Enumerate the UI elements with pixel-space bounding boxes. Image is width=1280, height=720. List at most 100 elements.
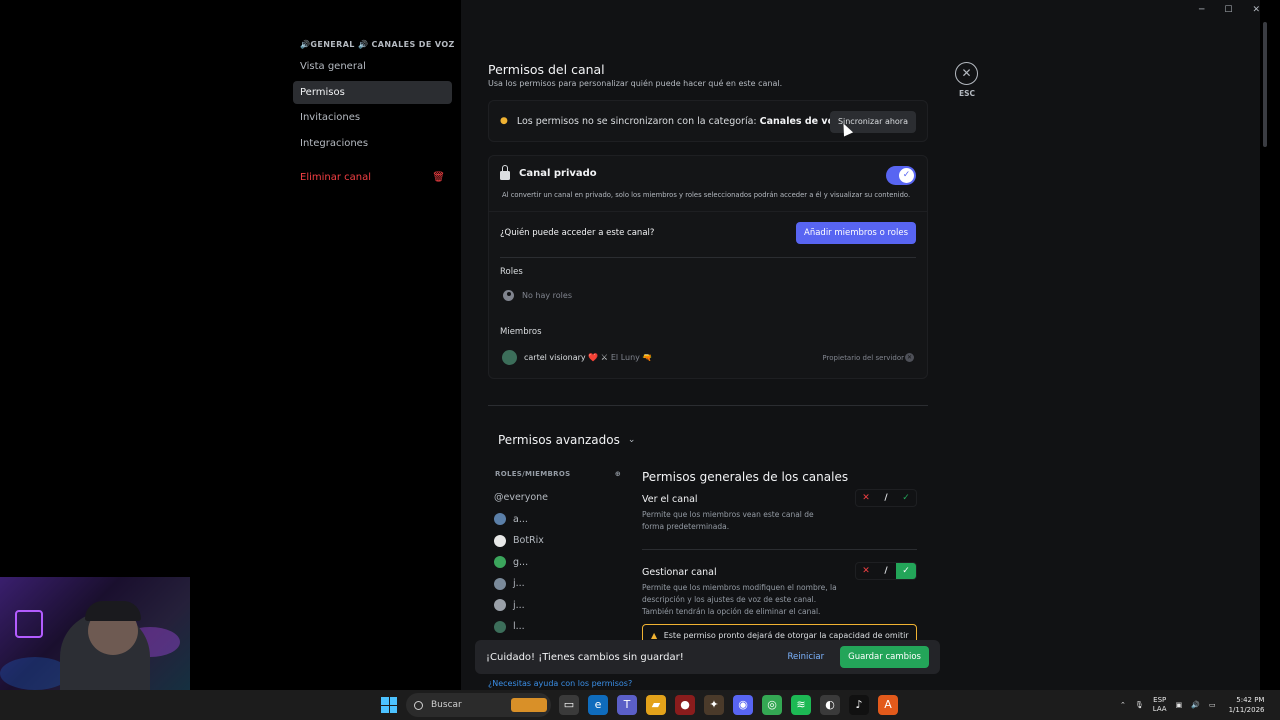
chevron-down-icon: ⌄ [627, 435, 636, 445]
network-icon[interactable]: ▣ [1176, 701, 1183, 709]
neutral-icon[interactable]: / [876, 490, 896, 506]
remove-member-icon[interactable]: ✕ [905, 353, 914, 362]
taskbar-search[interactable]: Buscar [406, 693, 551, 717]
edge-icon[interactable]: e [588, 695, 608, 715]
role-label: @everyone [494, 492, 549, 504]
chrome-icon[interactable]: ◎ [762, 695, 782, 715]
divider [642, 549, 917, 550]
neon-logo [15, 610, 43, 638]
delete-channel-button[interactable]: Eliminar canal 🗑 [300, 172, 445, 183]
role-item[interactable]: l... [494, 616, 622, 638]
avatar [494, 534, 506, 547]
close-settings[interactable]: ✕ ESC [955, 62, 979, 98]
app-icon[interactable]: ● [675, 695, 695, 715]
role-item-everyone[interactable]: @everyone [494, 487, 622, 509]
add-role-icon[interactable]: ⊕ [615, 470, 621, 478]
permission-manage-channel: Gestionar canal Permite que los miembros… [642, 562, 917, 618]
streamer-cap [85, 601, 141, 621]
unsaved-changes-bar: ¡Cuidado! ¡Tienes cambios sin guardar! R… [475, 640, 940, 674]
system-tray: ⌃ 🎙 ESP LAA ▣ 🔊 ▭ 5:42 PM 1/11/2026 [1120, 690, 1264, 720]
permission-warning-text: Este permiso pronto dejará de otorgar la… [663, 631, 909, 640]
avatar [494, 620, 506, 633]
role-item[interactable]: BotRix [494, 530, 622, 552]
reset-button[interactable]: Reiniciar [788, 652, 825, 662]
save-changes-button[interactable]: Guardar cambios [840, 646, 929, 668]
sync-text: Los permisos no se sincronizaron con la … [517, 116, 840, 127]
add-members-roles-button[interactable]: Añadir miembros o roles [796, 222, 916, 244]
sync-message: Los permisos no se sincronizaron con la … [516, 115, 757, 127]
member-row: cartel visionary ❤️ ⚔ El Luny 🔫 Propieta… [502, 350, 914, 365]
allow-icon[interactable]: ✓ [896, 563, 916, 579]
language-top: ESP [1153, 696, 1167, 704]
breadcrumb: 🔊GENERAL 🔊 CANALES DE VOZ [300, 40, 455, 49]
discord-icon[interactable]: ◉ [733, 695, 753, 715]
check-icon: ✓ [899, 168, 914, 183]
deny-icon[interactable]: ✕ [856, 490, 876, 506]
permission-description: Permite que los miembros vean este canal… [642, 510, 814, 531]
lock-icon [500, 165, 510, 180]
role-label: j... [513, 578, 525, 590]
avatar [494, 513, 506, 526]
spotify-icon[interactable]: ≋ [791, 695, 811, 715]
role-label: g... [513, 556, 529, 568]
role-item[interactable]: j... [494, 573, 622, 595]
private-channel-card: Canal privado ✓ Al convertir un canal en… [488, 155, 928, 379]
windows-taskbar: Buscar ▭ e T ▰ ● ✦ ◉ ◎ ≋ ◐ ♪ A ⌃ 🎙 ESP L… [0, 690, 1280, 720]
maximize-icon[interactable]: ☐ [1224, 5, 1232, 15]
obs-icon[interactable]: ◐ [820, 695, 840, 715]
minimize-icon[interactable]: ─ [1199, 5, 1204, 15]
role-item[interactable]: a... [494, 509, 622, 531]
role-item[interactable]: j... [494, 595, 622, 617]
start-button[interactable] [381, 697, 397, 713]
microphone-icon[interactable]: 🎙 [1135, 701, 1144, 709]
game-icon[interactable]: ✦ [704, 695, 724, 715]
role-label: j... [513, 599, 525, 611]
page-subtitle: Usa los permisos para personalizar quién… [488, 79, 783, 88]
permission-view-channel: Ver el canal Permite que los miembros ve… [642, 489, 917, 533]
help-link[interactable]: ¿Necesitas ayuda con los permisos? [488, 679, 632, 688]
no-roles-row: No hay roles [503, 290, 572, 301]
sidebar-item-invites[interactable]: Invitaciones [293, 106, 452, 129]
task-view-icon[interactable]: ▭ [559, 695, 579, 715]
role-item[interactable]: g... [494, 552, 622, 574]
date: 1/11/2026 [1228, 706, 1265, 714]
battery-icon[interactable]: ▭ [1209, 701, 1216, 709]
delete-channel-label: Eliminar canal [300, 172, 372, 183]
sidebar-item-permissions[interactable]: Permisos [293, 80, 452, 104]
webcam-overlay [0, 577, 190, 690]
language-indicator[interactable]: ESP LAA [1153, 696, 1167, 714]
teams-icon[interactable]: T [617, 695, 637, 715]
avatar [494, 556, 506, 569]
search-highlight-image [511, 698, 547, 712]
sidebar-item-integrations[interactable]: Integraciones [293, 132, 452, 155]
allow-icon[interactable]: ✓ [896, 490, 916, 506]
owner-badge: Propietario del servidor ✕ [822, 353, 914, 362]
general-permissions-title: Permisos generales de los canales [642, 470, 849, 484]
chevron-up-icon[interactable]: ⌃ [1120, 701, 1126, 709]
avatar [502, 350, 517, 365]
language-bottom: LAA [1152, 705, 1167, 713]
private-channel-toggle[interactable]: ✓ [886, 166, 916, 185]
roles-label: Roles [500, 267, 523, 277]
sync-category: Canales de voz [759, 115, 840, 127]
sidebar-item-overview[interactable]: Vista general [293, 55, 452, 78]
tiktok-icon[interactable]: ♪ [849, 695, 869, 715]
role-label: l... [513, 621, 525, 633]
volume-icon[interactable]: 🔊 [1191, 701, 1200, 709]
file-explorer-icon[interactable]: ▰ [646, 695, 666, 715]
private-channel-header: Canal privado [500, 165, 597, 180]
close-icon[interactable]: ✕ [955, 62, 978, 85]
permission-tristate: ✕ / ✓ [855, 489, 917, 507]
scrollbar[interactable] [1260, 0, 1270, 690]
clock[interactable]: 5:42 PM 1/11/2026 [1229, 695, 1265, 715]
app-icon[interactable]: A [878, 695, 898, 715]
close-window-icon[interactable]: ✕ [1252, 5, 1260, 15]
scrollbar-thumb[interactable] [1263, 22, 1267, 147]
deny-icon[interactable]: ✕ [856, 563, 876, 579]
advanced-permissions-title: Permisos avanzados [498, 433, 620, 447]
owner-label: Propietario del servidor [822, 353, 904, 362]
avatar [494, 599, 506, 612]
window-controls: ─ ☐ ✕ [1199, 5, 1260, 15]
advanced-permissions-toggle[interactable]: Permisos avanzados ⌄ [498, 433, 635, 447]
neutral-icon[interactable]: / [876, 563, 896, 579]
